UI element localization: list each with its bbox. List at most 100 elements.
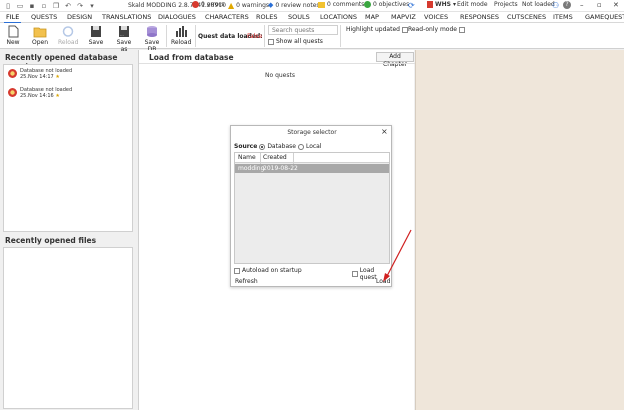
workspace-selector[interactable]: WHS ▾ bbox=[427, 1, 456, 8]
grid-header: Name Created bbox=[235, 153, 389, 163]
comments-status[interactable]: 0 comments bbox=[318, 1, 364, 8]
project-status: Not loaded bbox=[522, 1, 555, 8]
menu-locations[interactable]: LOCATIONS bbox=[320, 13, 357, 21]
redo-icon[interactable]: ↷ bbox=[76, 2, 84, 10]
workspace-flag-icon bbox=[427, 1, 433, 8]
save-icon[interactable]: ▪ bbox=[28, 2, 36, 10]
quest-icon bbox=[8, 69, 17, 78]
undo-icon[interactable]: ↶ bbox=[64, 2, 72, 10]
highlight-updated-checkbox[interactable]: Highlight updated bbox=[346, 26, 408, 33]
database-radio[interactable] bbox=[259, 143, 266, 150]
toolbar-separator bbox=[340, 25, 341, 47]
list-item[interactable]: Database not loaded 25.Nov 14:16 ★ bbox=[7, 87, 72, 99]
star-icon: ★ bbox=[55, 74, 60, 80]
menu-cutscenes[interactable]: CUTSCENES bbox=[507, 13, 546, 21]
recent-files-list bbox=[3, 247, 133, 409]
reload-button[interactable]: Reload bbox=[171, 25, 191, 46]
annotation-arrow-icon bbox=[383, 229, 412, 282]
comment-icon bbox=[318, 1, 325, 8]
read-only-mode-checkbox[interactable]: Read-only mode bbox=[408, 26, 465, 33]
checkbox-box bbox=[268, 38, 274, 45]
save-as-button[interactable]: ... Save as bbox=[113, 25, 135, 53]
warning-icon: ▲ bbox=[228, 1, 235, 10]
add-chapter-button[interactable]: Add Chapter bbox=[376, 52, 414, 68]
star-icon: ★ bbox=[55, 93, 60, 99]
menu-file[interactable]: FILE bbox=[3, 13, 22, 23]
menu-quests[interactable]: QUESTS bbox=[31, 13, 57, 21]
refresh-icon bbox=[62, 26, 74, 37]
dialog-title: Storage selector bbox=[287, 129, 337, 136]
checkbox-box bbox=[234, 267, 240, 274]
menu-roles[interactable]: ROLES bbox=[256, 13, 278, 21]
side-canvas bbox=[415, 50, 624, 410]
open-button[interactable]: Open bbox=[31, 25, 49, 46]
recent-quests-list: Database not loaded 25.Nov 14:17 ★ Datab… bbox=[3, 64, 133, 232]
storage-selector-dialog: Storage selector × Source Database Local… bbox=[230, 125, 392, 287]
menu-gamequests[interactable]: GAMEQUESTS bbox=[585, 13, 624, 21]
menu-design[interactable]: DESIGN bbox=[67, 13, 92, 21]
list-item[interactable]: Database not loaded 25.Nov 14:17 ★ bbox=[7, 68, 72, 80]
menu-items[interactable]: ITEMS bbox=[553, 13, 573, 21]
checkbox-box bbox=[352, 271, 358, 277]
menu-map[interactable]: MAP bbox=[365, 13, 379, 21]
dropdown-icon[interactable]: ▾ bbox=[88, 2, 96, 10]
recent-files-title: Recently opened files bbox=[5, 236, 97, 245]
help-icon: ? bbox=[563, 1, 571, 9]
local-radio[interactable] bbox=[297, 143, 304, 150]
refresh-button[interactable]: Refresh bbox=[235, 278, 258, 285]
menu-responses[interactable]: RESPONSES bbox=[460, 13, 499, 21]
edit-mode-toggle[interactable]: Edit mode bbox=[457, 1, 488, 8]
column-created[interactable]: Created bbox=[263, 154, 287, 161]
save-button[interactable]: Save bbox=[88, 25, 104, 46]
search-quests-input[interactable] bbox=[268, 25, 338, 35]
review-notes-status[interactable]: ◆ 0 review notes bbox=[268, 1, 320, 9]
recent-files-panel: Recently opened files bbox=[3, 234, 133, 410]
open-folder-icon[interactable]: ▭ bbox=[16, 2, 24, 10]
menu-mapviz[interactable]: MAPVIZ bbox=[391, 13, 416, 21]
new-document-icon bbox=[8, 25, 19, 38]
menu-voices[interactable]: VOICES bbox=[424, 13, 448, 21]
sync-button[interactable]: ⟳ bbox=[408, 1, 415, 10]
projects-menu[interactable]: Projects bbox=[494, 1, 518, 8]
copy-icon[interactable]: ❐ bbox=[52, 2, 60, 10]
autoload-checkbox[interactable]: Autoload on startup bbox=[234, 267, 302, 274]
minimize-icon[interactable]: – bbox=[580, 1, 584, 9]
toolbar-separator bbox=[195, 25, 196, 47]
users-icon: ⚇ bbox=[552, 1, 560, 10]
storage-grid: Name Created modding 2019-08-22 bbox=[234, 152, 390, 264]
divider bbox=[139, 63, 415, 64]
sync-icon: ⟳ bbox=[408, 1, 415, 10]
toolbar-separator bbox=[264, 25, 265, 47]
errors-status[interactable]: 0 errors bbox=[192, 1, 224, 8]
recent-quests-panel: Recently opened database quests Database… bbox=[3, 51, 133, 233]
menu-translations[interactable]: TRANSLATIONS bbox=[102, 13, 151, 21]
warnings-status[interactable]: ▲ 0 warnings bbox=[228, 1, 269, 10]
user-button[interactable]: ⚇ bbox=[552, 1, 559, 10]
new-file-icon[interactable]: ▯ bbox=[4, 2, 12, 10]
review-note-icon: ◆ bbox=[268, 1, 274, 9]
save-all-icon[interactable]: ▫ bbox=[40, 2, 48, 10]
menu-souls[interactable]: SOULS bbox=[288, 13, 310, 21]
close-icon[interactable]: × bbox=[381, 127, 388, 136]
menu-characters[interactable]: CHARACTERS bbox=[205, 13, 249, 21]
close-icon[interactable]: ✕ bbox=[613, 1, 619, 9]
toolbar-separator bbox=[166, 25, 167, 47]
new-button[interactable]: New bbox=[5, 25, 21, 46]
maximize-icon[interactable]: ▫ bbox=[597, 1, 602, 9]
menu-dialogues[interactable]: DIALOGUES bbox=[158, 13, 196, 21]
objectives-status[interactable]: 0 objectives bbox=[364, 1, 409, 8]
reload-disabled-button[interactable]: Reload bbox=[58, 25, 78, 46]
title-bar: ▯ ▭ ▪ ▫ ❐ ↶ ↷ ▾ Skald MODDING 2.8.7241.2… bbox=[0, 0, 624, 12]
objective-check-icon bbox=[364, 1, 371, 8]
quick-access-toolbar: ▯ ▭ ▪ ▫ ❐ ↶ ↷ ▾ bbox=[4, 2, 96, 10]
folder-icon bbox=[33, 27, 47, 38]
checkbox-box bbox=[458, 26, 465, 33]
error-icon bbox=[192, 1, 199, 8]
empty-message: No quests bbox=[265, 72, 295, 79]
show-all-quests-checkbox[interactable]: Show all quests bbox=[268, 38, 323, 45]
table-row[interactable]: modding 2019-08-22 bbox=[235, 164, 389, 173]
help-button[interactable]: ? bbox=[563, 1, 571, 9]
save-db-button[interactable]: Save DB bbox=[141, 25, 163, 53]
floppy-disk-icon bbox=[91, 26, 101, 37]
column-name[interactable]: Name bbox=[238, 154, 256, 161]
